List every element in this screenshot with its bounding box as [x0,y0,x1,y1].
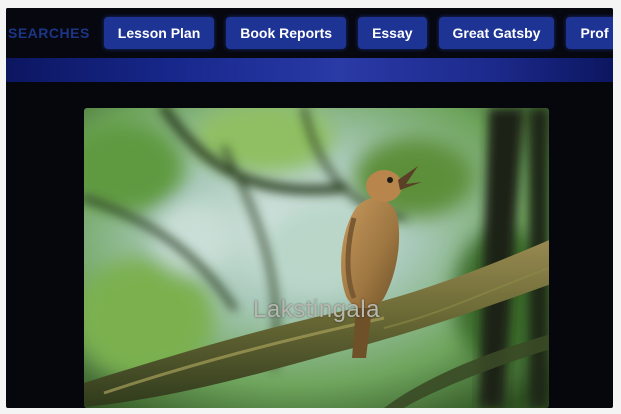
searches-label: SEARCHES [8,25,90,41]
bird-photo [84,108,549,408]
video-caption: Lakstingala [253,296,380,323]
monitor-screen: SEARCHES Lesson Plan Book Reports Essay … [6,8,613,408]
nav-great-gatsby-button[interactable]: Great Gatsby [438,17,555,49]
nav-book-reports-button[interactable]: Book Reports [226,17,347,49]
blue-band [6,58,613,82]
video-frame[interactable]: Lakstingala [84,108,549,408]
nav-prof-button[interactable]: Prof [566,17,613,49]
search-nav-bar: SEARCHES Lesson Plan Book Reports Essay … [6,8,613,58]
nav-lesson-plan-button[interactable]: Lesson Plan [103,17,215,49]
nav-essay-button[interactable]: Essay [358,17,427,49]
